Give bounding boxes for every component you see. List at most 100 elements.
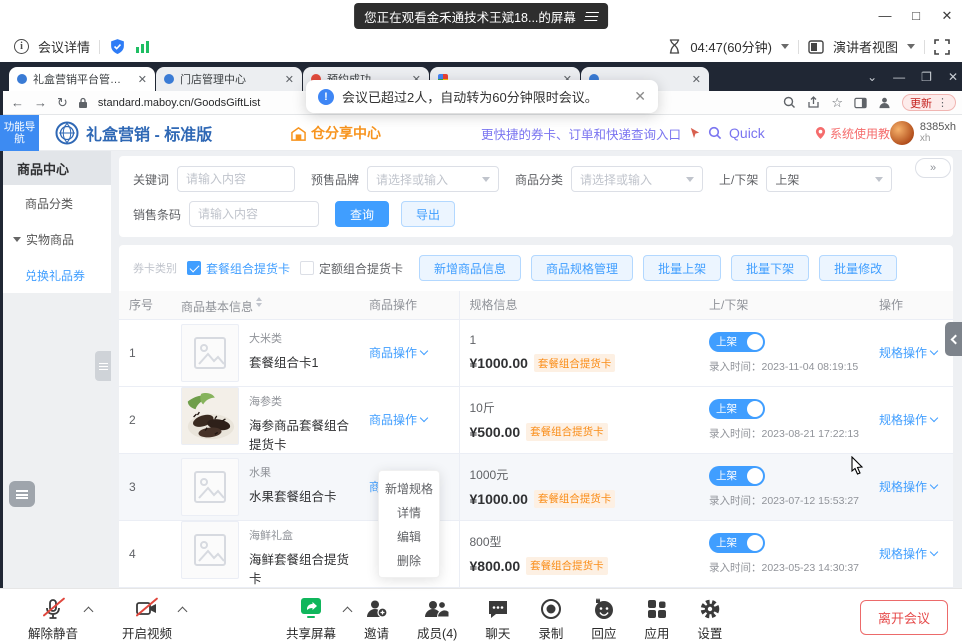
spec-operate-dropdown[interactable]: 规格操作 — [879, 344, 937, 361]
reload-icon[interactable]: ↻ — [57, 95, 68, 111]
back-icon[interactable]: ← — [11, 95, 24, 110]
browser-close-icon[interactable]: ✕ — [948, 70, 958, 84]
invite-button[interactable]: 邀请 — [364, 596, 389, 642]
fullscreen-icon[interactable] — [934, 39, 950, 55]
spec-manage-button[interactable]: 商品规格管理 — [531, 255, 633, 281]
col-header-info[interactable]: 商品基本信息 — [171, 291, 359, 319]
menu-item-delete[interactable]: 删除 — [379, 548, 439, 572]
sort-icon[interactable] — [256, 294, 262, 310]
unmute-button[interactable]: 解除静音 — [28, 596, 78, 642]
card-type-tag: 套餐组合提货卡 — [526, 557, 608, 575]
barcode-input[interactable] — [198, 207, 310, 221]
chat-button[interactable]: 聊天 — [485, 596, 510, 642]
brand-select-value: 请选择或输入 — [376, 171, 448, 188]
banner-menu-icon[interactable] — [584, 12, 599, 21]
mic-options-chevron[interactable] — [84, 607, 94, 617]
minimize-button[interactable]: — — [870, 0, 900, 31]
collapse-filters-button[interactable]: » — [915, 158, 951, 178]
batch-off-shelf-button[interactable]: 批量下架 — [731, 255, 809, 281]
goods-operate-dropdown[interactable]: 商品操作 — [369, 344, 427, 361]
spec-operate-dropdown[interactable]: 规格操作 — [879, 545, 937, 562]
close-button[interactable]: ✕ — [932, 0, 962, 31]
view-mode-selector[interactable]: 演讲者视图 — [833, 37, 898, 56]
bookmark-star-icon[interactable]: ☆ — [831, 95, 843, 111]
share-options-chevron[interactable] — [343, 607, 353, 617]
apps-button[interactable]: 应用 — [644, 596, 669, 642]
tab-close-icon[interactable]: ✕ — [285, 73, 294, 86]
warehouse-share-center-link[interactable]: 仓分享中心 — [291, 115, 381, 151]
signal-strength-icon[interactable] — [135, 39, 150, 54]
warehouse-icon — [291, 126, 306, 141]
maximize-button[interactable]: □ — [901, 0, 931, 31]
sidebar-item-physical-goods[interactable]: 实物商品 — [3, 221, 111, 257]
address-bar[interactable]: standard.maboy.cn/GoodsGiftList — [98, 97, 260, 109]
menu-item-add-spec[interactable]: 新增规格 — [379, 476, 439, 500]
main-content: 关键词 预售品牌 请选择或输入 商品分类 请选择或输入 上/下架 上架 销售条码… — [111, 151, 962, 588]
divider — [99, 40, 100, 54]
settings-button[interactable]: 设置 — [697, 596, 722, 642]
start-video-button[interactable]: 开启视频 — [122, 596, 172, 642]
forward-icon[interactable]: → — [34, 95, 47, 110]
share-screen-button[interactable]: 共享屏幕 — [286, 596, 336, 642]
shield-check-icon[interactable] — [109, 38, 126, 55]
tab-favicon — [17, 74, 27, 84]
watching-banner: 您正在观看金禾通技术王斌18...的屏幕 — [354, 3, 608, 29]
profile-icon[interactable] — [878, 96, 891, 109]
user-box[interactable]: 8385xh xh — [890, 115, 956, 151]
sidebar-item-categories[interactable]: 商品分类 — [3, 185, 111, 221]
chrome-menu-icon[interactable]: ⋮ — [937, 96, 948, 109]
shelf-select[interactable]: 上架 — [766, 166, 892, 192]
chrome-update-button[interactable]: 更新 ⋮ — [902, 94, 956, 111]
record-button[interactable]: 录制 — [538, 596, 563, 642]
sidebar-collapse-handle[interactable] — [95, 351, 111, 381]
goods-operate-dropdown[interactable]: 商品操作 — [369, 411, 427, 428]
leave-meeting-button[interactable]: 离开会议 — [860, 600, 948, 635]
checkbox-icon[interactable] — [300, 261, 314, 275]
spec-operate-dropdown[interactable]: 规格操作 — [879, 411, 937, 428]
zoom-icon[interactable] — [783, 96, 796, 109]
tab-search-dropdown-icon[interactable]: ⌄ — [867, 70, 877, 84]
add-goods-button[interactable]: 新增商品信息 — [419, 255, 521, 281]
tab-close-icon[interactable]: ✕ — [692, 73, 701, 86]
share-icon[interactable] — [807, 96, 820, 109]
quick-label[interactable]: Quick — [729, 125, 765, 141]
members-button[interactable]: 成员(4) — [417, 596, 457, 642]
spec-operate-dropdown[interactable]: 规格操作 — [879, 478, 937, 495]
quick-search-icon[interactable] — [708, 126, 722, 140]
brand-select[interactable]: 请选择或输入 — [367, 166, 499, 192]
category-select[interactable]: 请选择或输入 — [571, 166, 703, 192]
reactions-button[interactable]: 回应 — [591, 596, 616, 642]
toast-close-icon[interactable]: ✕ — [634, 88, 646, 105]
card-type-option-1[interactable]: 套餐组合提货卡 — [187, 260, 290, 277]
browser-tab-2[interactable]: 门店管理中心 ✕ — [156, 67, 302, 91]
sidebar-item-gift-voucher[interactable]: 兑换礼品券 — [3, 257, 111, 293]
product-image — [181, 387, 239, 445]
export-button[interactable]: 导出 — [401, 201, 455, 227]
menu-item-edit[interactable]: 编辑 — [379, 524, 439, 548]
view-dropdown-icon[interactable] — [907, 44, 915, 53]
shelf-toggle[interactable]: 上架 — [709, 466, 765, 486]
timer-dropdown-icon[interactable] — [781, 44, 789, 53]
function-nav-toggle[interactable]: 功能导航 — [0, 115, 39, 151]
video-options-chevron[interactable] — [178, 607, 188, 617]
batch-edit-button[interactable]: 批量修改 — [819, 255, 897, 281]
menu-item-details[interactable]: 详情 — [379, 500, 439, 524]
batch-on-shelf-button[interactable]: 批量上架 — [643, 255, 721, 281]
meeting-titlebar: 您正在观看金禾通技术王斌18...的屏幕 — □ ✕ — [0, 0, 962, 31]
floating-list-button[interactable] — [9, 481, 35, 507]
browser-tab-1[interactable]: 礼盒营销平台管理中心 ✕ — [9, 67, 155, 91]
search-button[interactable]: 查询 — [335, 201, 389, 227]
shelf-toggle[interactable]: 上架 — [709, 332, 765, 352]
right-panel-handle[interactable] — [945, 322, 962, 356]
shelf-toggle[interactable]: 上架 — [709, 533, 765, 553]
browser-maximize-icon[interactable]: ❐ — [921, 70, 932, 84]
keyword-input[interactable] — [186, 172, 286, 186]
checkbox-checked-icon[interactable] — [187, 261, 201, 275]
browser-minimize-icon[interactable]: — — [893, 70, 905, 84]
meeting-details-link[interactable]: 会议详情 — [38, 37, 90, 56]
tab-close-icon[interactable]: ✕ — [138, 73, 147, 86]
card-type-option-2[interactable]: 定额组合提货卡 — [300, 260, 403, 277]
reactions-icon — [592, 596, 615, 620]
shelf-toggle[interactable]: 上架 — [709, 399, 765, 419]
side-panel-icon[interactable] — [854, 97, 867, 109]
